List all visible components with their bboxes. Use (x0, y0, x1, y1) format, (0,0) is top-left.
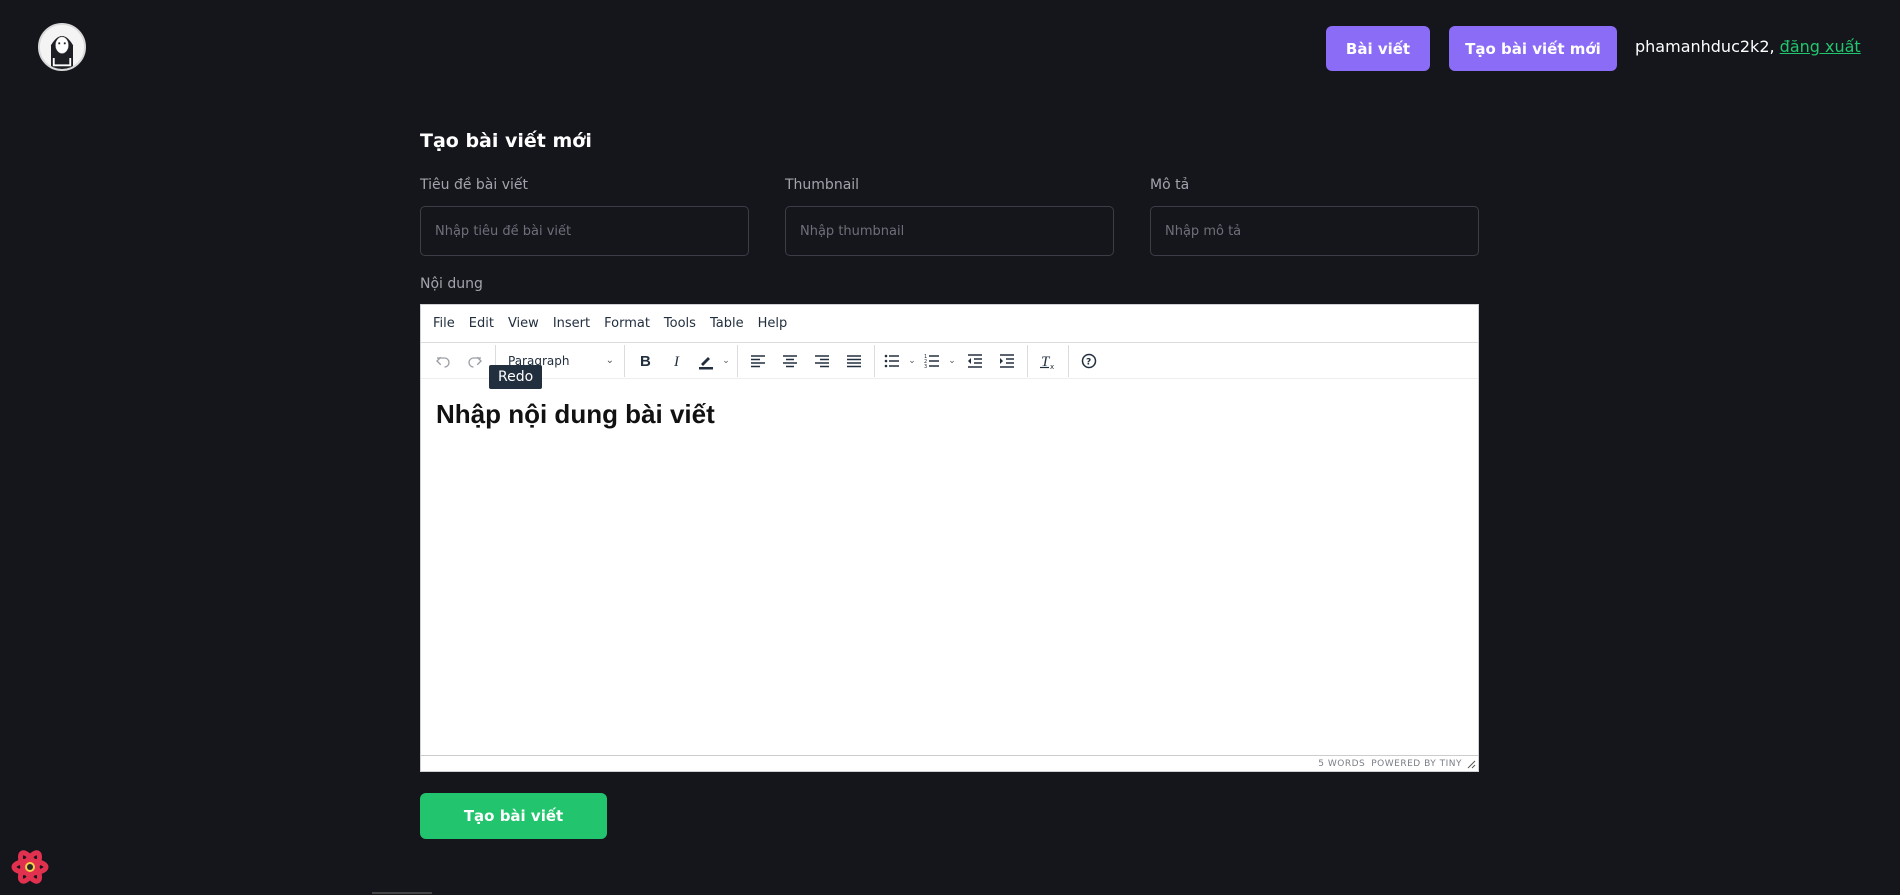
toolbar-separator (1027, 344, 1028, 377)
avatar-icon (40, 25, 84, 69)
highlighter-icon (699, 356, 713, 369)
align-justify-icon (847, 354, 861, 367)
help-button[interactable]: ? (1073, 347, 1105, 375)
user-area: phamanhduc2k2, đăng xuất (1635, 37, 1861, 56)
highlight-color-control: ⌄ (693, 347, 733, 375)
editor-toolbar: Paragraph ⌄ B I ⌄ ⌄ 1 2 3 ⌄ T x ? (421, 343, 1478, 379)
align-justify-button[interactable] (838, 347, 870, 375)
username: phamanhduc2k2, (1635, 37, 1775, 56)
redo-icon (468, 356, 482, 368)
indent-button[interactable] (991, 347, 1023, 375)
page-title: Tạo bài viết mới (420, 130, 592, 152)
numbered-list-button[interactable]: 123 (919, 347, 945, 375)
outdent-button[interactable] (959, 347, 991, 375)
svg-text:3: 3 (924, 364, 927, 368)
editor-content-heading: Nhập nội dung bài viết (436, 399, 715, 429)
thumbnail-input[interactable] (785, 206, 1114, 256)
editor-menubar: File Edit View Insert Format Tools Table… (421, 305, 1478, 343)
divider (372, 892, 432, 894)
align-left-button[interactable] (742, 347, 774, 375)
clear-formatting-icon: Tx (1040, 354, 1054, 370)
toolbar-separator (1068, 344, 1069, 377)
italic-button[interactable]: I (661, 347, 693, 375)
chevron-down-icon[interactable]: ⌄ (719, 356, 733, 366)
align-right-icon (815, 354, 829, 367)
toolbar-separator (737, 344, 738, 377)
create-post-nav-button[interactable]: Tạo bài viết mới (1449, 26, 1617, 71)
resize-handle-icon[interactable] (1466, 759, 1476, 769)
menu-edit[interactable]: Edit (469, 316, 494, 331)
description-input[interactable] (1150, 206, 1479, 256)
description-field-label: Mô tả (1150, 177, 1190, 193)
tiny-branding-link[interactable]: POWERED BY TINY (1371, 759, 1462, 769)
menu-table[interactable]: Table (710, 316, 744, 331)
word-count[interactable]: 5 WORDS (1318, 759, 1365, 769)
outdent-icon (968, 353, 982, 368)
numbered-list-control: 123 ⌄ (919, 347, 959, 375)
thumbnail-field-label: Thumbnail (785, 177, 860, 193)
rich-text-editor: File Edit View Insert Format Tools Table… (420, 304, 1479, 772)
align-right-button[interactable] (806, 347, 838, 375)
help-icon: ? (1081, 353, 1097, 368)
menu-format[interactable]: Format (604, 316, 650, 331)
editor-content-area[interactable]: Nhập nội dung bài viết (421, 379, 1478, 757)
bullet-list-button[interactable] (879, 347, 905, 375)
chevron-down-icon[interactable]: ⌄ (905, 356, 919, 366)
avatar[interactable] (38, 23, 86, 71)
title-field-label: Tiêu đề bài viết (420, 177, 528, 193)
toolbar-separator (874, 344, 875, 377)
title-input[interactable] (420, 206, 749, 256)
menu-view[interactable]: View (508, 316, 539, 331)
numbered-list-icon: 123 (924, 354, 939, 368)
svg-text:I: I (673, 354, 680, 369)
undo-button[interactable] (427, 347, 459, 375)
redo-button[interactable] (459, 347, 491, 375)
highlight-button[interactable] (693, 347, 719, 375)
svg-text:x: x (1050, 363, 1054, 370)
bold-button[interactable]: B (629, 347, 661, 375)
menu-file[interactable]: File (433, 316, 455, 331)
chevron-down-icon: ⌄ (605, 355, 614, 366)
chevron-down-icon[interactable]: ⌄ (945, 356, 959, 366)
svg-text:?: ? (1086, 357, 1091, 367)
content-field-label: Nội dung (420, 276, 483, 292)
menu-help[interactable]: Help (758, 316, 788, 331)
toolbar-separator (624, 344, 625, 377)
react-devtools-icon[interactable] (10, 847, 50, 887)
posts-button[interactable]: Bài viết (1326, 26, 1430, 71)
align-left-icon (751, 354, 765, 367)
editor-statusbar: 5 WORDS POWERED BY TINY (421, 755, 1478, 771)
bullet-list-icon (884, 354, 899, 367)
bold-icon: B (640, 353, 651, 369)
svg-text:B: B (640, 353, 651, 369)
italic-icon: I (673, 354, 680, 369)
undo-icon (436, 356, 450, 368)
align-center-icon (783, 354, 797, 367)
indent-icon (1000, 353, 1014, 368)
align-center-button[interactable] (774, 347, 806, 375)
submit-post-button[interactable]: Tạo bài viết (420, 793, 607, 839)
logout-link[interactable]: đăng xuất (1780, 37, 1861, 56)
bullet-list-control: ⌄ (879, 347, 919, 375)
clear-formatting-button[interactable]: Tx (1032, 347, 1064, 375)
menu-insert[interactable]: Insert (553, 316, 590, 331)
menu-tools[interactable]: Tools (664, 316, 696, 331)
